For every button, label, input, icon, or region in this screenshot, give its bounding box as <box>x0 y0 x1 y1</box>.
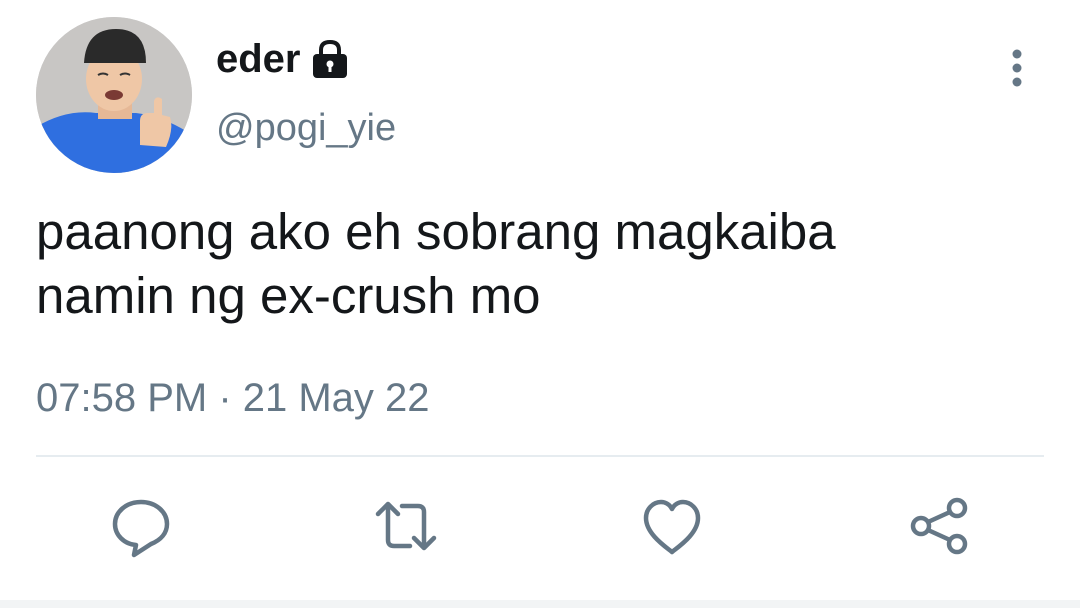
heart-icon <box>643 499 701 555</box>
action-bar <box>0 490 1080 570</box>
lock-icon <box>311 39 349 79</box>
share-icon <box>910 497 968 555</box>
avatar[interactable] <box>36 17 192 173</box>
divider <box>36 455 1044 457</box>
retweet-button[interactable] <box>370 490 442 562</box>
tweet-text: paanong ako eh sobrang magkaiba namin ng… <box>36 203 836 324</box>
avatar-image <box>36 17 192 173</box>
like-button[interactable] <box>636 490 708 562</box>
bottom-separator <box>0 600 1080 608</box>
share-button[interactable] <box>903 490 975 562</box>
retweet-icon <box>375 501 437 551</box>
reply-icon <box>112 499 170 558</box>
user-handle[interactable]: @pogi_yie <box>216 104 396 152</box>
tweet-timestamp[interactable]: 07:58 PM · 21 May 22 <box>36 372 430 424</box>
display-name[interactable]: eder <box>216 34 349 84</box>
reply-button[interactable] <box>105 490 177 562</box>
more-vertical-icon[interactable] <box>1004 46 1030 90</box>
display-name-text: eder <box>216 37 301 81</box>
